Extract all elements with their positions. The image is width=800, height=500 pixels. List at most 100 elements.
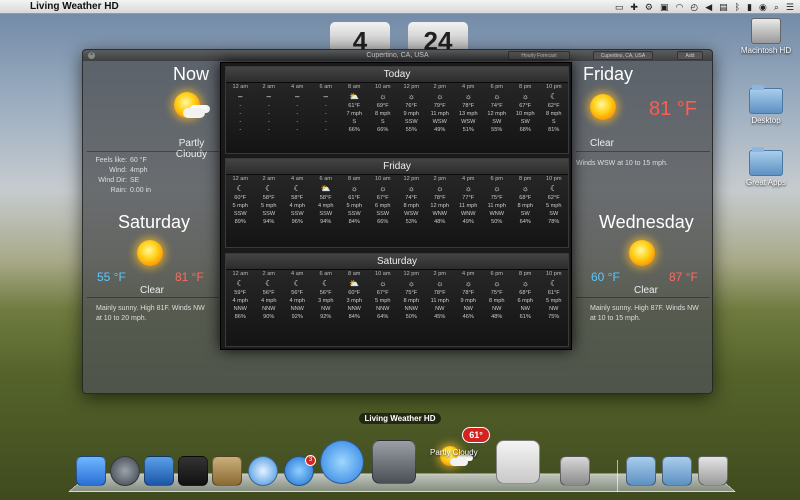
hourly-cell: 10 am ☼ 67°F 5 mph NNW 64% [369,270,398,321]
hour-wind-dir: SW [520,119,530,125]
saturday-title: Saturday [118,212,191,232]
hour-temp: 78°F [433,290,446,296]
user-icon[interactable]: ◉ [759,2,767,13]
safari-icon[interactable] [248,456,278,486]
add-location-button[interactable]: Add [677,51,703,60]
weather-glyph-icon: ☼ [379,279,387,288]
now-condition: Partly Cloudy [175,138,208,160]
flag-icon[interactable]: ▤ [719,2,728,13]
hour-wind-dir: NNW [233,306,247,312]
hour-humidity: 46% [462,314,474,320]
maps-icon[interactable] [496,440,540,484]
location-select[interactable]: Cupertino, CA, USA [593,51,653,60]
launchpad-icon[interactable] [110,456,140,486]
hour-time: 6 pm [490,176,503,182]
trash-icon[interactable] [698,456,728,486]
desktop-icon-great-apps[interactable]: Great Apps [736,147,796,187]
hourly-cell: 12 am ☾ 59°F 4 mph NNW 86% [226,270,255,321]
hour-time: 2 am [262,84,275,90]
hourly-cell: 4 pm ☼ 78°F 9 mph NW 46% [454,270,483,321]
divider [87,297,219,298]
hour-temp: 77°F [462,195,475,201]
display-icon[interactable]: ▣ [660,2,669,13]
ios-simulator-icon[interactable] [178,456,208,486]
hour-wind: 6 mph [517,298,534,304]
finder-icon[interactable] [76,456,106,486]
hour-wind: 8 mph [403,298,420,304]
weather-glyph-icon: ☾ [265,279,273,288]
desktop-icon-desktop[interactable]: Desktop [736,85,796,125]
downloads-folder-icon[interactable] [662,456,692,486]
hour-wind-dir: WSW [404,211,419,217]
hour-humidity: 61% [519,314,531,320]
gear-icon[interactable]: ⚙ [645,2,653,13]
spotlight-icon[interactable]: ⌕ [774,2,779,13]
hourly-cell: 2 pm ☼ 78°F 12 mph WNW 48% [426,175,455,226]
hourly-cell: 2 am ☾ 58°F 5 mph SSW 94% [255,175,284,226]
app-store-badge: 3 [305,455,316,466]
hour-humidity: 55% [405,127,417,133]
messages-icon[interactable] [320,440,364,484]
hour-wind: 5 mph [232,203,249,209]
hour-humidity: 75% [548,314,560,320]
facetime-icon[interactable] [372,440,416,484]
hourly-forecast-button[interactable]: Hourly Forecast [508,51,570,60]
hour-temp: 59°F [234,290,247,296]
hour-wind-dir: NW [492,306,502,312]
hour-humidity: 81% [548,127,560,133]
weather-glyph-icon: ☼ [493,92,501,101]
hour-wind: 8 mph [545,111,562,117]
hour-temp: 62°F [547,195,560,201]
friday-description: Winds WSW at 10 to 15 mph. [576,160,668,167]
screen-icon[interactable]: ▭ [615,2,624,13]
hourly-cell: 6 pm ☼ 75°F 8 mph NW 48% [483,270,512,321]
saturday-high: 81 °F [175,270,204,284]
weather-glyph-icon: ☼ [521,92,529,101]
weather-glyph-icon: ☼ [464,184,472,193]
battery-icon[interactable]: ▮ [747,2,752,13]
list-icon[interactable]: ☰ [786,2,794,13]
hourly-cell: 12 pm ☼ 74°F 8 mph WSW 53% [397,175,426,226]
mail-stamp-icon[interactable] [212,456,242,486]
friday-condition: Clear [590,138,614,149]
hourly-cell: 8 pm ☼ 68°F 8 mph SW 64% [511,175,540,226]
wednesday-title: Wednesday [599,212,694,232]
hour-humidity: 92% [320,314,332,320]
hour-wind-dir: - [324,119,327,125]
weather-glyph-icon: ☼ [521,184,529,193]
plus-icon[interactable]: ✚ [630,2,638,13]
hour-time: 10 pm [545,271,562,277]
iphoto-icon[interactable] [560,456,590,486]
hour-wind: 10 mph [515,111,535,117]
hour-temp: 60°F [234,195,247,201]
hour-wind: 8 mph [488,298,505,304]
hour-wind-dir: NNW [404,306,418,312]
time-machine-icon[interactable]: ◴ [690,2,698,13]
weather-glyph-icon: ☾ [322,279,330,288]
volume-icon[interactable]: ◀ [705,2,712,13]
hour-wind-dir: SSW [376,211,390,217]
wednesday-card: Wednesday 60 °F 87 °F Clear [573,208,713,298]
desktop-icon-macintosh-hd[interactable]: Macintosh HD [736,18,796,55]
hour-humidity: 49% [434,127,446,133]
hourly-cell: 8 am ☼ 61°F 5 mph SSW 84% [340,175,369,226]
hour-wind: 11 mph [487,203,506,209]
bluetooth-icon[interactable]: ᛒ [735,2,740,12]
hour-wind: - [239,111,242,117]
hour-temp: 67°F [519,103,532,109]
wifi-icon[interactable]: ◠ [676,2,684,13]
xcode-icon[interactable] [144,456,174,486]
weather-glyph-icon: ☾ [265,184,273,193]
hourly-cell: 12 am – - - - - [226,83,255,134]
friday-card: Friday 81 °F Clear [573,62,713,152]
hourly-cell: 6 am ☾ 56°F 3 mph NW 92% [312,270,341,321]
documents-folder-icon[interactable] [626,456,656,486]
app-menu-title[interactable]: Living Weather HD [30,1,119,12]
hour-humidity: 64% [377,314,389,320]
hourly-cell: 10 pm ☾ 62°F 8 mph S 81% [540,83,569,134]
hour-wind: 5 mph [545,298,562,304]
hour-time: 12 pm [403,271,420,277]
hour-temp: 74°F [490,103,503,109]
hour-humidity: 94% [263,219,275,225]
hour-wind: 4 mph [260,298,277,304]
